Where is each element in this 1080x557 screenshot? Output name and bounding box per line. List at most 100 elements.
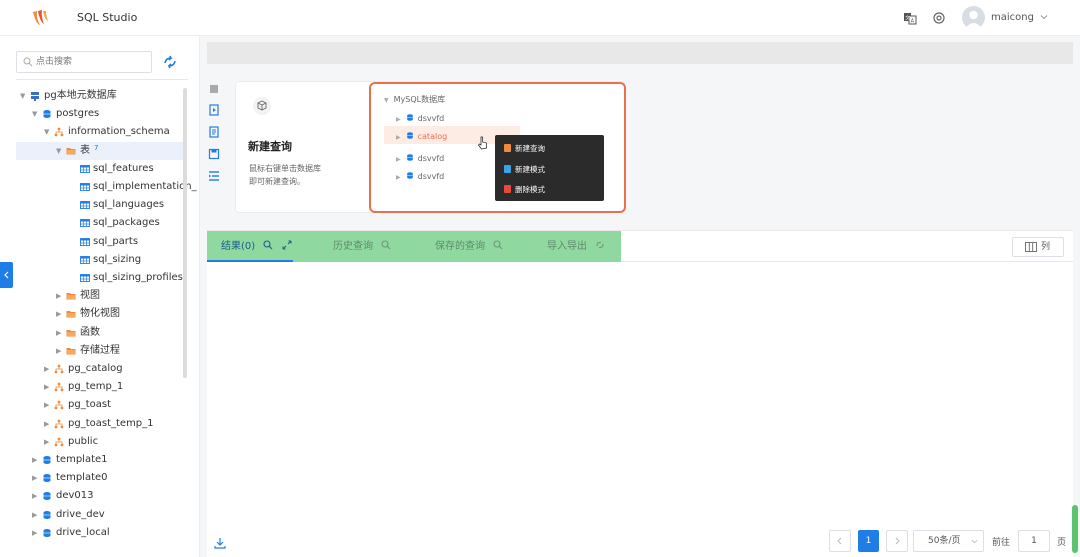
tree-node-label: 存储过程 <box>80 344 120 356</box>
caret-right-icon[interactable]: ▶ <box>44 396 52 414</box>
page-size-value: 50条/页 <box>928 536 961 546</box>
demo-db-item: ▶ catalog <box>396 132 448 141</box>
caret-right-icon[interactable]: ▶ <box>56 305 64 323</box>
indent-icon[interactable] <box>208 170 220 182</box>
tree-node-label: sql_languages <box>93 199 165 211</box>
tree-node-label: drive_local <box>56 526 110 538</box>
tree-node-label: information_schema <box>68 126 170 138</box>
caret-right-icon[interactable]: ▶ <box>32 487 40 505</box>
database-icon <box>406 154 413 161</box>
columns-button[interactable]: 列 <box>1012 237 1064 257</box>
refresh-icon <box>596 241 604 249</box>
tab-history[interactable]: 历史查询 <box>333 231 391 262</box>
format-file-icon[interactable] <box>208 126 220 138</box>
settings-icon[interactable] <box>932 11 946 25</box>
caret-right-icon[interactable]: ▶ <box>44 415 52 433</box>
menu-new-query[interactable]: 新建查询 <box>504 143 545 154</box>
tree-selection-highlight <box>16 142 183 160</box>
tab-results[interactable]: 结果(0) <box>221 231 292 262</box>
database-icon <box>406 172 413 179</box>
caret-right-icon[interactable]: ▶ <box>56 287 64 305</box>
translate-icon[interactable]: 文 A <box>903 11 917 25</box>
hand-cursor-icon <box>477 136 487 150</box>
card-description: 鼠标右键单击数据库 即可新建查询。 <box>249 162 344 188</box>
refresh-icon[interactable] <box>162 54 178 70</box>
caret-right-icon[interactable]: ▶ <box>32 506 40 524</box>
tree-node-badge: 7 <box>94 143 99 152</box>
avatar[interactable] <box>962 6 985 29</box>
caret-right-icon[interactable]: ▶ <box>44 378 52 396</box>
tree-node-label: 视图 <box>80 290 100 302</box>
search-input[interactable] <box>36 55 148 69</box>
page-scrollbar[interactable] <box>1072 505 1078 553</box>
caret-down-icon[interactable]: ▼ <box>56 142 64 160</box>
tree-node-label: sql_sizing_profiles <box>93 272 183 283</box>
database-icon <box>43 528 51 537</box>
caret-right-icon[interactable]: ▶ <box>32 524 40 542</box>
search-icon[interactable] <box>263 240 273 250</box>
caret-right-icon[interactable]: ▶ <box>56 342 64 360</box>
editor-toolbar <box>207 42 1073 64</box>
table-icon <box>80 237 90 246</box>
tree-scrollbar[interactable] <box>183 88 187 378</box>
search-box[interactable] <box>16 51 152 73</box>
demo-root: ▼ MySQL数据库 <box>384 95 446 104</box>
tree-node-label: pg_temp_1 <box>68 381 124 393</box>
menu-new-schema[interactable]: 新建模式 <box>504 164 545 175</box>
folder-icon <box>66 147 76 155</box>
schema-icon <box>54 437 64 447</box>
database-icon <box>43 456 51 464</box>
username[interactable]: maicong <box>991 12 1034 23</box>
demo-db-item: ▶ dsvvfd <box>396 154 445 163</box>
search-icon <box>23 57 33 67</box>
sidebar-collapse-button[interactable] <box>0 262 13 288</box>
page-size-select[interactable]: 50条/页 <box>913 530 984 552</box>
page-number-button[interactable]: 1 <box>858 530 879 552</box>
chevron-left-icon <box>4 271 9 279</box>
tree-node-label: 物化视图 <box>80 308 120 320</box>
svg-text:A: A <box>911 19 915 25</box>
demo-db-item: ▶ dsvvfd <box>396 114 445 123</box>
caret-right-icon[interactable]: ▶ <box>56 324 64 342</box>
tree-node-label: sql_packages <box>93 217 160 229</box>
caret-right-icon[interactable]: ▶ <box>44 433 52 451</box>
tree-node-label: template0 <box>56 472 108 484</box>
tree-node-label: sql_features <box>93 162 154 174</box>
chevron-down-icon <box>971 539 978 544</box>
goto-page-input[interactable]: 1 <box>1018 530 1050 552</box>
caret-right-icon[interactable]: ▶ <box>44 360 52 378</box>
save-icon[interactable] <box>208 148 220 160</box>
tree-node-label: postgres <box>56 108 100 120</box>
caret-right-icon[interactable]: ▶ <box>32 469 40 487</box>
table-icon <box>80 255 90 264</box>
schema-icon <box>54 127 64 137</box>
folder-icon <box>66 311 76 318</box>
prev-page-button[interactable] <box>829 530 851 552</box>
tree-node-label: pg_toast <box>68 399 111 411</box>
chevron-right-icon <box>895 537 900 545</box>
result-panel <box>207 262 1073 557</box>
caret-right-icon[interactable]: ▶ <box>32 451 40 469</box>
run-file-icon[interactable] <box>208 104 220 116</box>
caret-down-icon[interactable]: ▼ <box>20 87 28 105</box>
stop-icon[interactable] <box>208 83 220 95</box>
download-icon[interactable] <box>214 537 226 549</box>
result-tabs-bar: 结果(0) 历史查询 保存的查询 导入导出 列 <box>207 230 1073 262</box>
tree-node-label: template1 <box>56 454 108 465</box>
svg-text:文: 文 <box>905 14 910 21</box>
table-icon <box>80 164 90 173</box>
next-page-button[interactable] <box>886 530 908 552</box>
caret-down-icon[interactable]: ▼ <box>44 123 52 141</box>
tree-node-label: public <box>68 435 99 447</box>
tab-import-export[interactable]: 导入导出 <box>547 231 605 262</box>
caret-down-icon[interactable]: ▼ <box>32 105 40 123</box>
tab-saved-queries[interactable]: 保存的查询 <box>435 231 503 262</box>
tree-node-label: dev013 <box>56 490 94 502</box>
chevron-down-icon[interactable] <box>1040 13 1048 21</box>
demo-db-item: ▶ dsvvfd <box>396 172 445 181</box>
menu-delete-schema[interactable]: 删除模式 <box>504 184 545 195</box>
table-icon <box>80 274 90 282</box>
expand-icon[interactable] <box>282 240 292 250</box>
database-icon <box>406 114 413 121</box>
tree-node-label: sql_parts <box>93 235 139 247</box>
